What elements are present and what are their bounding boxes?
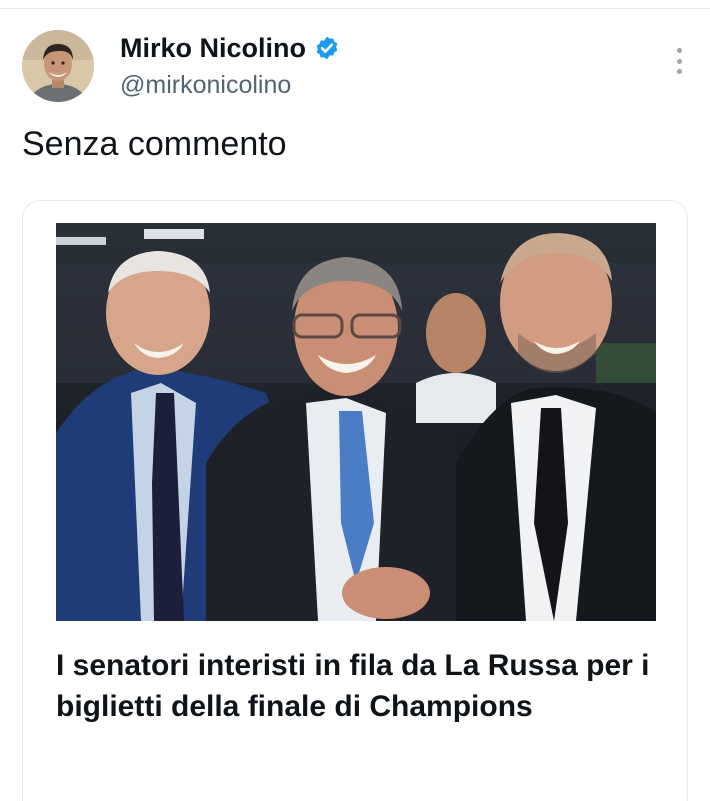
avatar[interactable] xyxy=(22,30,94,102)
tweet-text: Senza commento xyxy=(22,125,287,163)
card-headline[interactable]: I senatori interisti in fila da La Russa… xyxy=(56,645,656,727)
more-options-icon[interactable] xyxy=(674,48,684,74)
tweet-header: Mirko Nicolino @mirkonicolino xyxy=(22,30,690,106)
top-divider xyxy=(0,8,710,9)
author-name-row[interactable]: Mirko Nicolino xyxy=(120,32,340,64)
card-photo[interactable] xyxy=(56,223,656,621)
author-handle[interactable]: @mirkonicolino xyxy=(120,70,291,100)
avatar-image xyxy=(22,30,94,102)
link-card[interactable]: I senatori interisti in fila da La Russa… xyxy=(22,200,688,801)
card-photo-illustration xyxy=(56,223,656,621)
verified-badge-icon xyxy=(316,36,338,60)
author-display-name[interactable]: Mirko Nicolino xyxy=(120,32,306,64)
